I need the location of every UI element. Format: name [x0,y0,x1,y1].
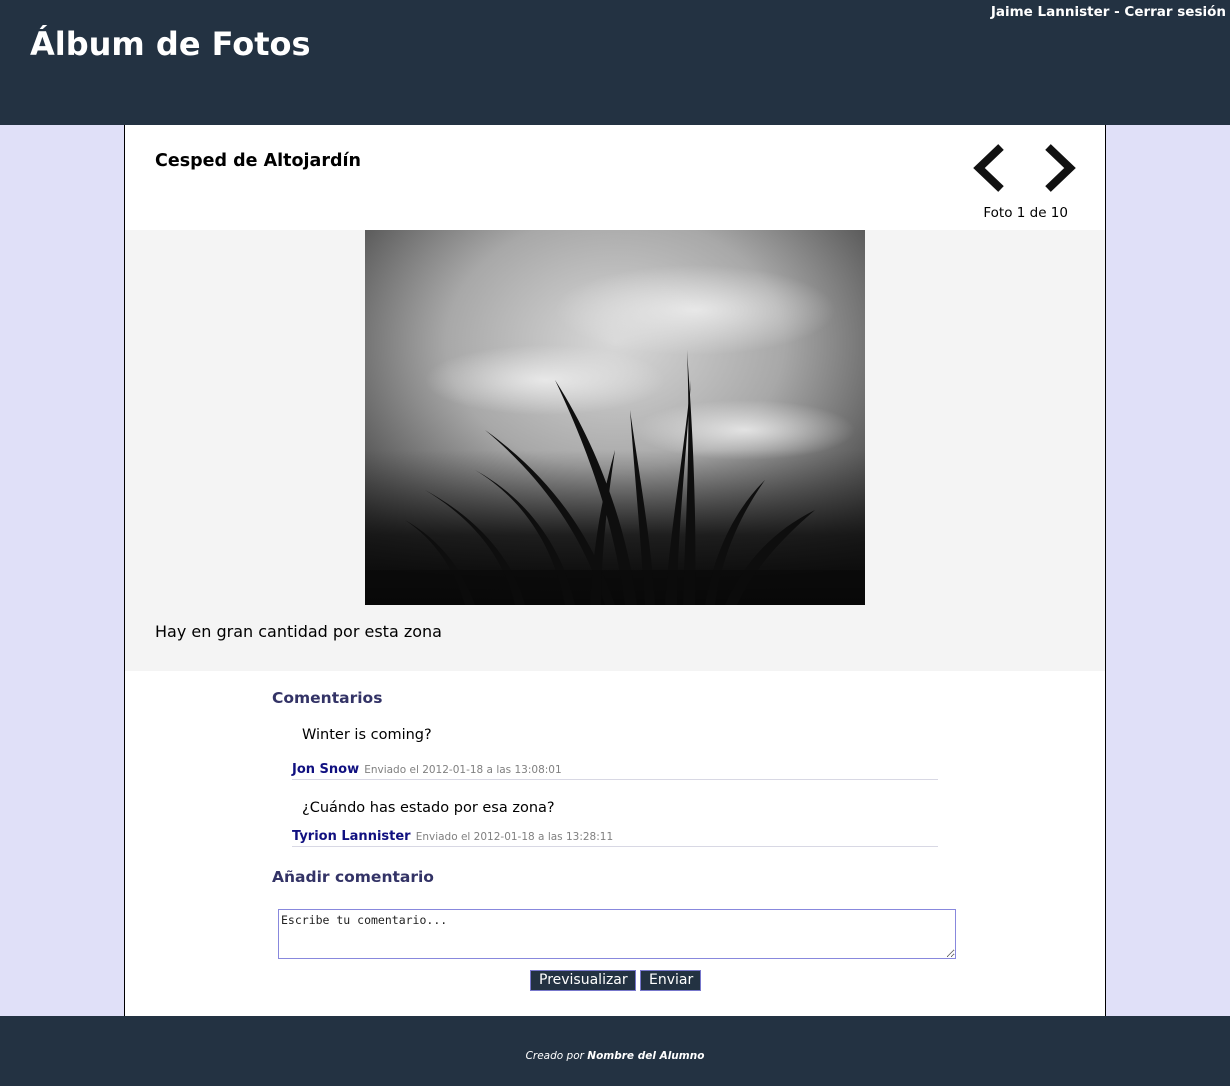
site-title: Álbum de Fotos [30,25,311,63]
comment-item: ¿Cuándo has estado por esa zona? Tyrion … [292,799,938,847]
send-button[interactable]: Enviar [640,970,701,991]
footer-prefix: Creado por [525,1050,588,1062]
comment-meta: Jon Snow Enviado el 2012-01-18 a las 13:… [292,760,938,780]
comment-text: ¿Cuándo has estado por esa zona? [302,800,555,816]
preview-button[interactable]: Previsualizar [530,970,636,991]
comments-section: Comentarios Winter is coming? Jon Snow E… [272,688,972,887]
comment-input[interactable] [278,909,956,959]
comment-meta: Tyrion Lannister Enviado el 2012-01-18 a… [292,827,938,847]
site-header: Álbum de Fotos Jaime Lannister - Cerrar … [0,0,1230,125]
next-photo-button[interactable] [1042,143,1078,193]
comment-date: Enviado el 2012-01-18 a las 13:28:11 [415,831,614,843]
chevron-left-icon [973,144,1004,192]
site-footer: Creado por Nombre del Alumno [0,1016,1230,1086]
photo-image [365,230,865,605]
comment-text: Winter is coming? [302,727,432,743]
logout-link[interactable]: Cerrar sesión [1124,4,1226,20]
user-bar-separator: - [1109,4,1125,20]
previous-photo-button[interactable] [971,143,1007,193]
comment-date: Enviado el 2012-01-18 a las 13:08:01 [364,764,562,776]
main-content: Cesped de Altojardín Foto 1 de 10 Hay en… [124,125,1106,1016]
chevron-right-icon [1045,144,1076,192]
user-name: Jaime Lannister [990,4,1110,20]
photo-block: Hay en gran cantidad por esta zona [125,230,1105,671]
footer-author: Nombre del Alumno [587,1050,705,1062]
comment-author-link[interactable]: Jon Snow [292,762,359,777]
footer-credit: Creado por Nombre del Alumno [0,1050,1230,1062]
comments-title: Comentarios [272,689,383,707]
comment-item: Winter is coming? Jon Snow Enviado el 20… [292,726,938,780]
add-comment-title: Añadir comentario [272,868,434,886]
photo-caption: Hay en gran cantidad por esta zona [155,622,442,641]
photo-counter: Foto 1 de 10 [983,205,1068,221]
photo-title: Cesped de Altojardín [155,151,361,171]
comment-author-link[interactable]: Tyrion Lannister [292,829,411,844]
user-bar: Jaime Lannister - Cerrar sesión [991,3,1226,21]
